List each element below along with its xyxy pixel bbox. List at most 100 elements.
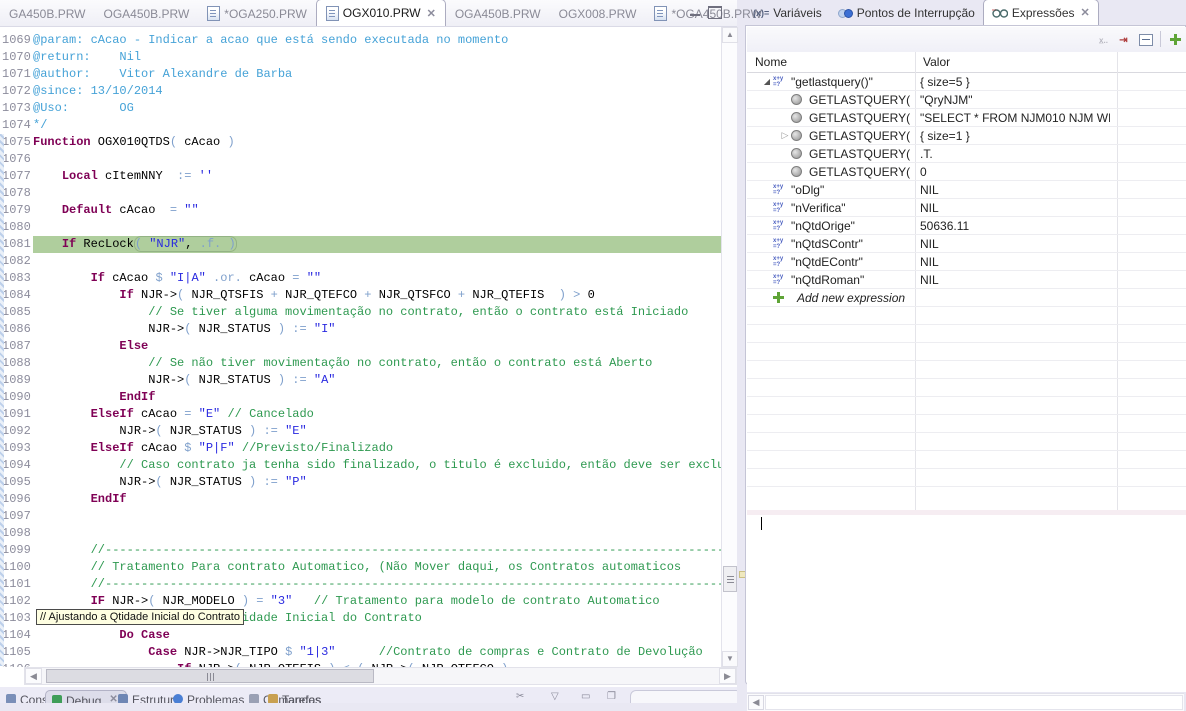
expression-name: "oDlg" [791, 183, 824, 197]
expand-arrow-icon[interactable]: ◢ [761, 77, 773, 86]
code-text: NJR->( NJR_STATUS ) := "I" [33, 321, 721, 338]
maximize-icon[interactable] [708, 6, 722, 19]
line-number: 1092 [0, 423, 33, 440]
line-number: 1096 [0, 491, 33, 508]
code-text: Do Case [33, 627, 721, 644]
code-line: 1069@param: cAcao - Indicar a acao que e… [0, 32, 721, 49]
tab-label: Pontos de Interrupção [857, 6, 975, 20]
code-text: // Tratamento Para contrato Automatico, … [33, 559, 721, 576]
line-number: 1083 [0, 270, 33, 287]
table-row[interactable]: GETLASTQUERY(0 [747, 163, 1186, 181]
expression-name: "nQtdSContr" [791, 237, 863, 251]
scroll-right-icon[interactable]: ▶ [719, 668, 736, 684]
code-text: IF NJR->( NJR_MODELO ) = "3" // Tratamen… [33, 593, 721, 610]
show-type-names-icon[interactable]: x̲.. [1095, 31, 1112, 48]
table-row[interactable]: x+y=?"nQtdSContr"NIL [747, 235, 1186, 253]
bottom-toolbar-area [630, 690, 737, 703]
panel-horizontal-scrollbar[interactable]: ◀ [747, 693, 1184, 711]
editor-tab-oga450bprw[interactable]: OGA450B.PRW [94, 1, 198, 26]
code-text: ElseIf cAcao = "E" // Cancelado [33, 406, 721, 423]
tab-variables[interactable]: (x)=Variáveis [745, 1, 830, 25]
code-line: 1093 ElseIf cAcao $ "P|F" //Previsto/Fin… [0, 440, 721, 457]
editor-tab-ga450bprw[interactable]: GA450B.PRW [0, 1, 94, 26]
expression-icon: x+y=? [773, 76, 791, 88]
empty-row [747, 361, 1186, 379]
evaluation-result-icon [791, 112, 809, 123]
editor-tab-oga250prw[interactable]: *OGA250.PRW [198, 1, 315, 26]
link-icon[interactable]: ✂ [516, 691, 524, 702]
code-text: Else [33, 338, 721, 355]
close-icon[interactable]: ✕ [1081, 6, 1090, 19]
expressions-table[interactable]: Nome Valor ◢x+y=?"getlastquery()"{ size=… [747, 52, 1186, 510]
view-maximize-icon[interactable]: ❐ [607, 691, 616, 702]
tab-glasses[interactable]: x=Expressões✕ [983, 0, 1099, 25]
editor-tab-ogx010prw[interactable]: OGX010.PRW✕ [316, 0, 446, 26]
code-line: 1085 // Se tiver alguma movimentação no … [0, 304, 721, 321]
scroll-down-icon[interactable]: ▼ [722, 651, 738, 667]
code-text: Default cAcao = "" [33, 202, 721, 219]
table-row[interactable]: x+y=?"nQtdOrige"50636.11 [747, 217, 1186, 235]
text-cursor [761, 517, 762, 530]
collapse-arrow-icon[interactable]: ▷ [779, 130, 791, 141]
add-expression-icon[interactable] [1167, 31, 1184, 48]
editor-tab-bar: GA450B.PRW OGA450B.PRW *OGA250.PRWOGX010.P… [0, 0, 737, 27]
horizontal-scroll-thumb[interactable] [46, 669, 374, 683]
line-number: 1101 [0, 576, 33, 593]
code-text: */ [33, 117, 721, 134]
line-number: 1081 [0, 236, 33, 253]
line-number: 1085 [0, 304, 33, 321]
code-line: 1080 [0, 219, 721, 236]
column-header-valor[interactable]: Valor [915, 52, 1125, 72]
line-number: 1075 [0, 134, 33, 151]
table-row[interactable]: GETLASTQUERY("SELECT * FROM NJM010 NJM W… [747, 109, 1186, 127]
table-row[interactable]: x+y=?"nVerifica"NIL [747, 199, 1186, 217]
scroll-up-icon[interactable]: ▲ [722, 27, 738, 43]
minimize-icon[interactable] [690, 6, 700, 16]
code-text: EndIf [33, 389, 721, 406]
editor-area: GA450B.PRW OGA450B.PRW *OGA250.PRWOGX010.P… [0, 0, 737, 687]
bottom-tab-tasks[interactable]: Tarefas [262, 690, 329, 703]
add-watchpoint-icon[interactable]: ⇥ [1115, 31, 1132, 48]
column-header-nome[interactable]: Nome [747, 52, 923, 72]
view-minimize-icon[interactable]: ▭ [581, 691, 590, 702]
code-text: //--------------------------------------… [33, 542, 721, 559]
empty-row [747, 415, 1186, 433]
code-text: // Se não tiver movimentação no contrato… [33, 355, 721, 372]
table-row[interactable]: GETLASTQUERY("QryNJM" [747, 91, 1186, 109]
file-icon [654, 6, 667, 21]
table-row[interactable]: x+y=?"nQtdRoman"NIL [747, 271, 1186, 289]
expression-value: 0 [920, 165, 927, 179]
table-row[interactable]: GETLASTQUERY(.T. [747, 145, 1186, 163]
code-line: 1073@Uso: OG [0, 100, 721, 117]
collapse-all-icon[interactable] [1137, 31, 1154, 48]
table-row[interactable]: ◢x+y=?"getlastquery()"{ size=5 } [747, 73, 1186, 91]
expression-name: "nQtdEContr" [791, 255, 863, 269]
editor-vertical-scrollbar[interactable]: ▲ ▼ [721, 27, 737, 667]
tab-label: OGA450B.PRW [103, 7, 189, 21]
add-new-expression-row[interactable]: Add new expression [747, 289, 1186, 307]
problems-icon [173, 694, 183, 703]
line-number: 1088 [0, 355, 33, 372]
table-row[interactable]: ▷GETLASTQUERY({ size=1 } [747, 127, 1186, 145]
code-text: NJR->( NJR_STATUS ) := "A" [33, 372, 721, 389]
vertical-scroll-thumb[interactable] [723, 566, 737, 592]
editor-tab-oga450bprw[interactable]: OGA450B.PRW [446, 1, 550, 26]
line-number: 1091 [0, 406, 33, 423]
filter-icon[interactable]: ▽ [551, 691, 559, 702]
empty-row [747, 325, 1186, 343]
scroll-left-icon[interactable]: ◀ [25, 668, 42, 684]
line-number: 1086 [0, 321, 33, 338]
table-header[interactable]: Nome Valor [747, 52, 1186, 73]
editor-horizontal-scrollbar[interactable]: ◀ ▶ [24, 667, 737, 685]
code-editor[interactable]: 1069@param: cAcao - Indicar a acao que e… [0, 27, 721, 667]
detail-pane[interactable] [747, 515, 1186, 692]
table-row[interactable]: x+y=?"nQtdEContr"NIL [747, 253, 1186, 271]
editor-tab-ogx008prw[interactable]: OGX008.PRW [550, 1, 646, 26]
code-line: 1088 // Se não tiver movimentação no con… [0, 355, 721, 372]
evaluation-result-icon [791, 94, 809, 105]
tab-breakpoints[interactable]: Pontos de Interrupção [830, 1, 983, 25]
close-icon[interactable]: ✕ [427, 7, 436, 20]
table-row[interactable]: x+y=?"oDlg"NIL [747, 181, 1186, 199]
bottom-tab-problems[interactable]: Problemas [167, 690, 252, 703]
expressions-view: x̲.. ⇥ Nome Valor ◢x+y=?"getlastquery()"… [745, 25, 1186, 685]
